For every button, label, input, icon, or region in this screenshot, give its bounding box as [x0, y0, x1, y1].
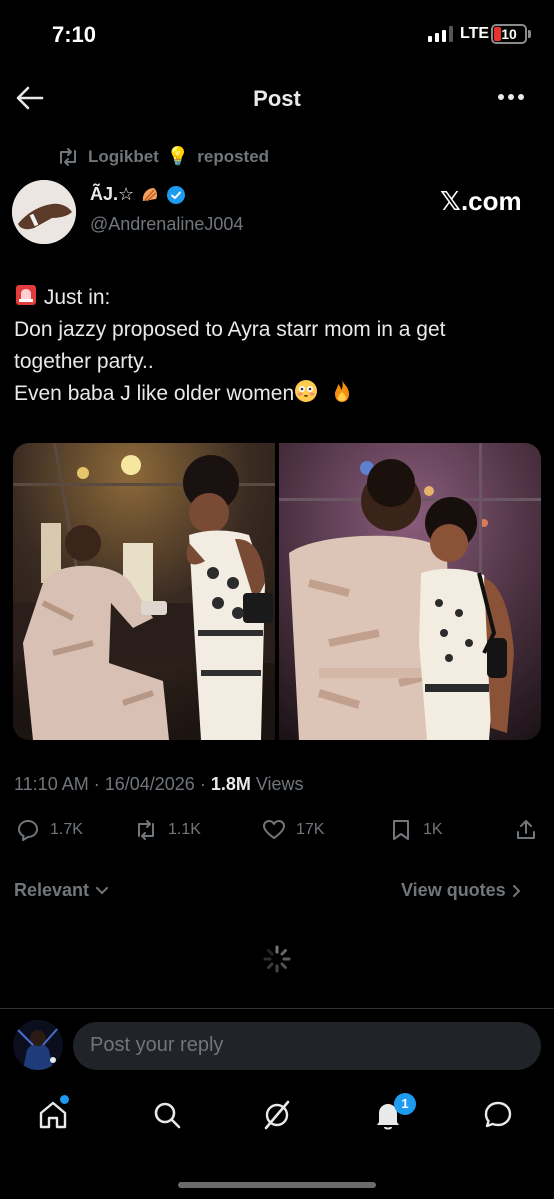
tweet-text: Just in: Don jazzy proposed to Ayra star…: [14, 282, 542, 410]
status-time: 7:10: [52, 22, 97, 47]
more-horizontal-icon[interactable]: [498, 94, 528, 104]
chevron-right-icon: [512, 884, 521, 897]
author-name[interactable]: ÃJ.☆: [90, 184, 186, 205]
view-quotes-link[interactable]: View quotes: [401, 880, 522, 901]
photo-2[interactable]: [279, 443, 541, 740]
tweet-line-4: Even baba J like older women: [14, 378, 542, 410]
views-count[interactable]: 1.8M: [211, 774, 251, 794]
repost-indicator[interactable]: Logikbet 💡 reposted: [56, 146, 269, 167]
signal-icon: [428, 26, 453, 42]
tweet-time: 11:10 AM: [14, 774, 89, 794]
author-handle[interactable]: @AndrenalineJ004: [90, 214, 243, 235]
like-count: 17K: [296, 821, 325, 838]
post-header: Post: [0, 72, 554, 126]
sort-replies-dropdown[interactable]: Relevant: [14, 880, 109, 901]
repost-suffix: reposted: [197, 146, 270, 166]
shell-emoji-icon: [143, 187, 158, 202]
lightbulb-icon: 💡: [166, 146, 190, 166]
messages-icon[interactable]: [481, 1098, 515, 1132]
like-button[interactable]: 17K: [262, 818, 324, 842]
bookmark-icon: [393, 820, 409, 840]
reply-button[interactable]: 1.7K: [16, 818, 83, 842]
bookmark-button[interactable]: 1K: [389, 818, 443, 842]
tweet-actions: 1.7K 1.1K 17K 1K: [0, 818, 554, 850]
loading-spinner-icon: [263, 945, 291, 973]
tweet-media[interactable]: [13, 443, 541, 740]
views-label: Views: [255, 774, 304, 794]
divider: [0, 1008, 554, 1009]
tweet-line-3: together party..: [14, 350, 154, 373]
share-button[interactable]: [514, 818, 538, 842]
status-bar: 7:10 LTE 10: [0, 0, 554, 72]
search-icon[interactable]: [150, 1098, 184, 1132]
tweet-meta: 11:10 AM · 16/04/2026 · 1.8M Views: [14, 774, 304, 794]
photo-1[interactable]: [13, 443, 275, 740]
chevron-down-icon: [96, 886, 109, 894]
author-avatar[interactable]: [12, 180, 76, 244]
repost-count: 1.1K: [168, 821, 201, 838]
flushed-face-icon: [295, 380, 318, 402]
share-icon: [517, 820, 535, 839]
repost-icon: [138, 820, 154, 840]
bottom-nav: [0, 1090, 554, 1146]
siren-icon: [16, 285, 36, 305]
page-title: Post: [253, 86, 301, 111]
fire-icon: [335, 380, 350, 402]
verified-badge-icon: [167, 185, 186, 204]
reply-icon: [18, 820, 38, 841]
reply-input[interactable]: Post your reply: [73, 1022, 541, 1070]
battery-level: 10: [501, 26, 517, 42]
repost-user: Logikbet: [88, 146, 159, 166]
notification-badge: 1: [394, 1093, 416, 1115]
bookmark-count: 1K: [423, 821, 443, 838]
home-unread-dot: [60, 1095, 69, 1104]
repost-button[interactable]: 1.1K: [134, 818, 201, 842]
current-user-avatar[interactable]: [13, 1020, 63, 1070]
tweet-line-1: Just in:: [14, 282, 542, 314]
reply-count: 1.7K: [50, 821, 83, 838]
repost-icon: [60, 147, 76, 166]
network-type: LTE: [460, 25, 490, 42]
source-label: 𝕏.com: [440, 186, 522, 216]
battery-icon: 10: [491, 24, 527, 44]
heart-icon: [263, 820, 285, 839]
home-indicator: [178, 1182, 376, 1188]
tweet-line-2: Don jazzy proposed to Ayra starr mom in …: [14, 318, 446, 341]
grok-icon[interactable]: [260, 1098, 294, 1132]
tweet-date: 16/04/2026: [104, 774, 195, 794]
